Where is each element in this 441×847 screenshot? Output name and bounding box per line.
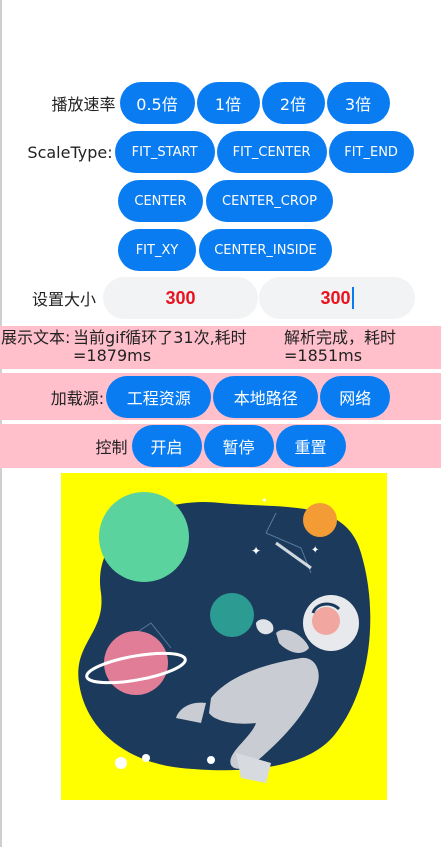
size-label: 设置大小 bbox=[32, 290, 97, 309]
speed-2x-button[interactable]: 2倍 bbox=[261, 82, 325, 124]
scaletype-fit-center-button[interactable]: FIT_CENTER bbox=[216, 131, 327, 173]
speed-0-5x-button[interactable]: 0.5倍 bbox=[119, 82, 195, 124]
control-start-button[interactable]: 开启 bbox=[131, 425, 202, 467]
control-row: 控制 开启 暂停 重置 bbox=[0, 425, 441, 467]
control-reset-button[interactable]: 重置 bbox=[275, 425, 346, 467]
gif-image-view: ✦ ✦ ✦ ✦ bbox=[61, 473, 387, 800]
scaletype-label: ScaleType: bbox=[27, 142, 113, 162]
size-width-input[interactable]: 300 bbox=[103, 277, 258, 319]
scaletype-row-1: ScaleType: FIT_START FIT_CENTER FIT_END bbox=[0, 131, 441, 173]
speed-3x-button[interactable]: 3倍 bbox=[326, 82, 390, 124]
svg-text:✦: ✦ bbox=[261, 496, 268, 505]
speed-1x-button[interactable]: 1倍 bbox=[196, 82, 260, 124]
control-panel: 控制 开启 暂停 重置 bbox=[0, 424, 441, 468]
loop-status-text: 当前gif循环了31次,耗时=1879ms bbox=[73, 328, 247, 365]
control-label: 控制 bbox=[95, 438, 128, 457]
scaletype-center-button[interactable]: CENTER bbox=[118, 180, 203, 222]
scaletype-center-crop-button[interactable]: CENTER_CROP bbox=[206, 180, 333, 222]
svg-text:✦: ✦ bbox=[311, 545, 319, 556]
astronaut-space-illustration: ✦ ✦ ✦ ✦ bbox=[78, 492, 371, 783]
speed-row: 播放速率 0.5倍 1倍 2倍 3倍 bbox=[0, 82, 441, 124]
control-pause-button[interactable]: 暂停 bbox=[203, 425, 274, 467]
display-label: 展示文本: bbox=[1, 328, 71, 347]
speed-label: 播放速率 bbox=[51, 95, 116, 114]
scaletype-center-inside-button[interactable]: CENTER_INSIDE bbox=[199, 229, 332, 271]
source-label: 加载源: bbox=[50, 389, 105, 408]
size-height-value: 300 bbox=[320, 287, 351, 308]
size-row: 设置大小 300 300 bbox=[0, 277, 441, 319]
scaletype-fit-start-button[interactable]: FIT_START bbox=[114, 131, 215, 173]
text-cursor bbox=[351, 287, 354, 309]
scaletype-fit-end-button[interactable]: FIT_END bbox=[328, 131, 414, 173]
source-panel: 加载源: 工程资源 本地路径 网络 bbox=[0, 373, 441, 420]
display-text-panel: 展示文本: 当前gif循环了31次,耗时=1879ms 解析完成，耗时=1851… bbox=[0, 326, 441, 369]
parse-status-text: 解析完成，耗时=1851ms bbox=[284, 328, 397, 365]
size-width-value: 300 bbox=[165, 287, 196, 308]
source-local-path-button[interactable]: 本地路径 bbox=[213, 376, 319, 418]
source-project-resource-button[interactable]: 工程资源 bbox=[106, 376, 212, 418]
scaletype-row-3: FIT_XY CENTER_INSIDE bbox=[0, 229, 441, 271]
svg-text:✦: ✦ bbox=[251, 544, 261, 558]
source-row: 加载源: 工程资源 本地路径 网络 bbox=[0, 376, 441, 418]
scaletype-fit-xy-button[interactable]: FIT_XY bbox=[118, 229, 196, 271]
source-network-button[interactable]: 网络 bbox=[320, 376, 391, 418]
size-height-input[interactable]: 300 bbox=[259, 277, 415, 319]
scaletype-row-2: CENTER CENTER_CROP bbox=[0, 180, 441, 222]
